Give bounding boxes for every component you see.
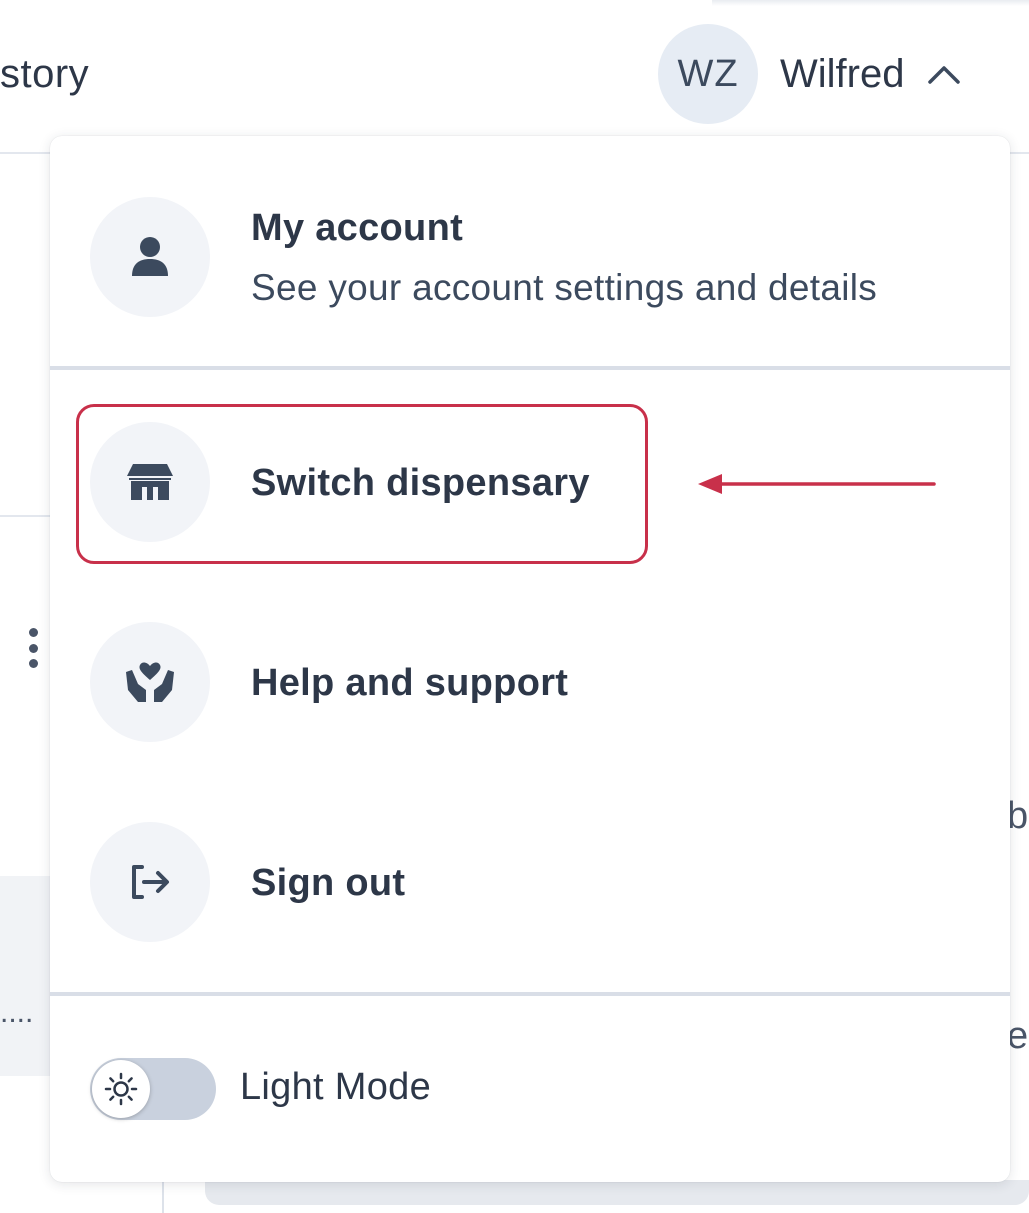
menu-divider xyxy=(50,366,1010,370)
top-shadow xyxy=(712,0,1029,6)
menu-item-help-and-support[interactable]: Help and support xyxy=(50,622,1010,742)
background-text-fragment: bl xyxy=(1007,795,1029,837)
more-options-icon[interactable] xyxy=(26,628,40,668)
section-divider xyxy=(0,515,50,517)
column-divider xyxy=(162,1180,164,1213)
chevron-up-icon xyxy=(926,56,962,92)
menu-item-label: Switch dispensary xyxy=(251,462,590,504)
background-card xyxy=(205,1180,1029,1205)
menu-divider xyxy=(50,992,1010,996)
menu-item-label: Help and support xyxy=(251,662,569,704)
store-icon xyxy=(90,422,210,542)
user-dropdown-menu: My account See your account settings and… xyxy=(50,136,1010,1182)
user-menu-trigger[interactable]: WZ Wilfred xyxy=(658,24,962,124)
truncated-text: .... xyxy=(0,996,34,1029)
menu-item-label: Sign out xyxy=(251,862,406,904)
sign-out-icon xyxy=(90,822,210,942)
nav-link-history[interactable]: story xyxy=(0,52,89,97)
light-mode-label: Light Mode xyxy=(240,1066,432,1108)
avatar: WZ xyxy=(658,24,758,124)
background-text-fragment: er xyxy=(1007,1015,1029,1057)
light-mode-toggle[interactable] xyxy=(90,1058,216,1120)
hands-heart-icon xyxy=(90,622,210,742)
menu-item-sign-out[interactable]: Sign out xyxy=(50,822,1010,942)
user-name: Wilfred xyxy=(780,51,905,96)
menu-item-my-account[interactable]: My account See your account settings and… xyxy=(50,197,1010,317)
list-row-background xyxy=(0,876,50,1076)
annotation-arrow-icon xyxy=(698,474,936,494)
my-account-subtitle: See your account settings and details xyxy=(251,267,878,308)
user-icon xyxy=(90,197,210,317)
my-account-title: My account xyxy=(251,207,464,249)
sun-icon xyxy=(92,1060,150,1118)
